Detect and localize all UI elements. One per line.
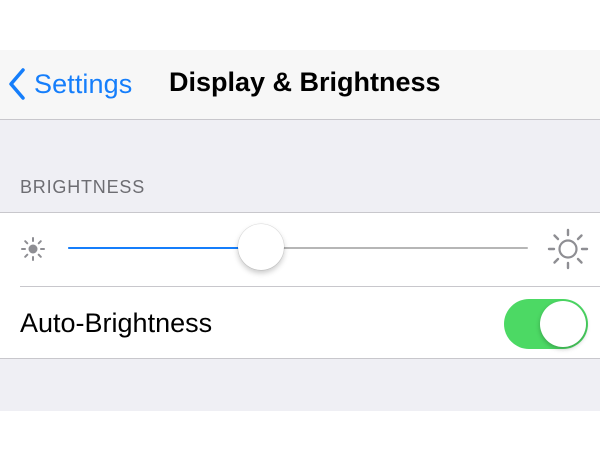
section-header-brightness: BRIGHTNESS [20,177,146,197]
brightness-group: Auto-Brightness [0,212,600,359]
sun-small-icon [19,235,47,268]
back-button[interactable]: Settings [8,66,132,102]
settings-screen: Settings Display & Brightness BRIGHTNESS [0,50,600,411]
slider-thumb[interactable] [238,224,284,270]
brightness-slider[interactable] [68,223,528,273]
navigation-bar: Settings Display & Brightness [0,50,600,120]
row-divider [20,286,600,287]
chevron-left-icon [8,68,26,100]
sun-large-icon [547,228,589,275]
auto-brightness-label: Auto-Brightness [20,308,213,338]
auto-brightness-toggle[interactable] [504,299,588,349]
toggle-knob [540,301,586,347]
slider-fill [68,247,261,249]
page-title: Display & Brightness [169,67,441,97]
back-button-label: Settings [34,68,133,99]
